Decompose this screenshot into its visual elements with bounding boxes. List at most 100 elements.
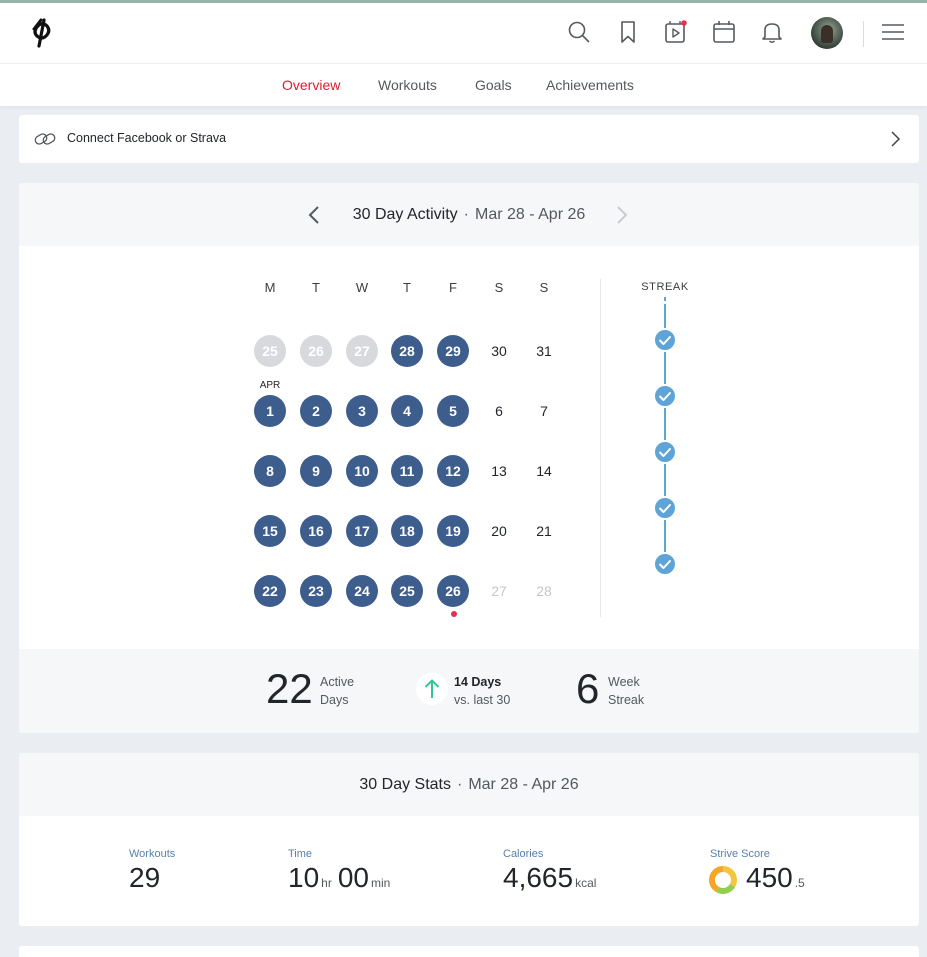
calendar-day[interactable]: 15 xyxy=(254,515,286,547)
calendar-day[interactable]: 24 xyxy=(346,575,378,607)
calendar-day[interactable]: 25 xyxy=(254,335,286,367)
calendar-day[interactable]: 8 xyxy=(254,455,286,487)
calendar-day: 28 xyxy=(536,583,552,599)
calendar-day[interactable]: 13 xyxy=(483,455,515,487)
calendar-day[interactable]: 2 xyxy=(300,395,332,427)
calendar-day[interactable]: 27 xyxy=(346,335,378,367)
profile-tabs: Overview Workouts Goals Achievements xyxy=(0,63,927,106)
next-period-icon xyxy=(617,206,628,224)
today-indicator xyxy=(451,611,457,617)
calendar-day[interactable]: 30 xyxy=(483,335,515,367)
stats-header: 30 Day Stats · Mar 28 - Apr 26 xyxy=(19,753,919,816)
streak-check-icon xyxy=(653,384,677,408)
strive-score-label: Strive Score xyxy=(710,848,770,860)
calendar-day[interactable]: 7 xyxy=(528,395,560,427)
weekday-label: S xyxy=(494,280,504,295)
activity-summary: 22 Active Days 14 Days vs. last 30 6 Wee… xyxy=(19,649,919,733)
calendar-day[interactable]: 26 xyxy=(437,575,469,607)
calendar-day[interactable]: 16 xyxy=(300,515,332,547)
calendar-day[interactable]: 12 xyxy=(437,455,469,487)
strive-score-value-row: 450.5 xyxy=(746,862,811,894)
weekday-label: T xyxy=(312,280,320,295)
streak-check-icon xyxy=(653,328,677,352)
activity-header: 30 Day Activity · Mar 28 - Apr 26 xyxy=(19,183,919,246)
calendar-icon[interactable] xyxy=(711,19,737,45)
activity-range: Mar 28 - Apr 26 xyxy=(474,206,586,223)
next-card-peek xyxy=(19,946,919,957)
strive-score-value: 450 xyxy=(746,862,793,893)
menu-icon[interactable] xyxy=(880,19,906,45)
workouts-value: 29 xyxy=(129,862,161,893)
bell-icon[interactable] xyxy=(759,19,785,45)
week-streak-label: Week xyxy=(608,675,640,689)
calendar-day[interactable]: 26 xyxy=(300,335,332,367)
peloton-logo-icon[interactable] xyxy=(28,17,56,49)
activity-title-row: 30 Day Activity · Mar 28 - Apr 26 xyxy=(19,206,919,224)
header-divider xyxy=(863,21,864,47)
calendar-day[interactable]: 22 xyxy=(254,575,286,607)
stats-title-row: 30 Day Stats · Mar 28 - Apr 26 xyxy=(19,776,919,794)
calories-value: 4,665 xyxy=(503,862,574,893)
calendar-day[interactable]: 10 xyxy=(346,455,378,487)
active-days-value: 22 xyxy=(266,665,313,712)
tab-achievements[interactable]: Achievements xyxy=(546,77,634,93)
activity-title: 30 Day Activity xyxy=(352,206,458,223)
calendar-day[interactable]: 21 xyxy=(528,515,560,547)
workouts-label: Workouts xyxy=(129,848,176,860)
title-separator: · xyxy=(457,776,463,793)
tab-workouts[interactable]: Workouts xyxy=(378,77,437,93)
streak-label: STREAK xyxy=(641,281,689,293)
calendar-day[interactable]: 25 xyxy=(391,575,423,607)
calendar-day[interactable]: 6 xyxy=(483,395,515,427)
weekday-label: T xyxy=(403,280,411,295)
time-value: 10 hr 00 min xyxy=(288,862,396,894)
calendar-day[interactable]: 5 xyxy=(437,395,469,427)
time-label: Time xyxy=(288,848,313,860)
vs-value: 14 Days xyxy=(454,675,502,689)
strive-score-ring-icon xyxy=(709,866,737,894)
calories-label: Calories xyxy=(503,848,544,860)
tab-overview[interactable]: Overview xyxy=(282,77,340,93)
calendar-day[interactable]: 18 xyxy=(391,515,423,547)
stats-range: Mar 28 - Apr 26 xyxy=(468,776,579,793)
bookmark-icon[interactable] xyxy=(615,19,641,45)
calendar-day[interactable]: 4 xyxy=(391,395,423,427)
calendar-day[interactable]: 3 xyxy=(346,395,378,427)
weekday-label: S xyxy=(539,280,549,295)
calendar-day[interactable]: 23 xyxy=(300,575,332,607)
calendar-day[interactable]: 19 xyxy=(437,515,469,547)
active-days-label: Active xyxy=(320,675,355,689)
calendar-day[interactable]: 29 xyxy=(437,335,469,367)
video-icon[interactable] xyxy=(663,19,689,45)
title-separator: · xyxy=(463,206,469,223)
search-icon[interactable] xyxy=(566,19,592,45)
calendar-day[interactable]: 17 xyxy=(346,515,378,547)
calendar-day[interactable]: 20 xyxy=(483,515,515,547)
arrow-up-icon xyxy=(424,679,440,698)
calendar-day[interactable]: 1 xyxy=(254,395,286,427)
calendar-day[interactable]: 28 xyxy=(391,335,423,367)
calendar-divider xyxy=(600,279,601,617)
calendar-day[interactable]: 11 xyxy=(391,455,423,487)
week-streak-value: 6 xyxy=(576,665,600,712)
calendar-day: 27 xyxy=(491,583,507,599)
top-header xyxy=(0,3,927,63)
calendar-day[interactable]: 9 xyxy=(300,455,332,487)
avatar[interactable] xyxy=(811,17,843,49)
calendar-day[interactable]: 31 xyxy=(528,335,560,367)
stats-title: 30 Day Stats xyxy=(359,776,451,793)
week-streak-label: Streak xyxy=(608,693,645,707)
streak-check-icon xyxy=(653,440,677,464)
trend-badge xyxy=(416,673,448,705)
tab-goals[interactable]: Goals xyxy=(475,77,512,93)
stats-card: 30 Day Stats · Mar 28 - Apr 26 Workouts 29… xyxy=(19,753,919,926)
weekday-label: M xyxy=(264,280,276,295)
link-icon xyxy=(34,133,56,145)
connect-accounts-row[interactable]: Connect Facebook or Strava xyxy=(19,115,919,163)
connect-label: Connect Facebook or Strava xyxy=(67,131,227,145)
calendar-day[interactable]: 14 xyxy=(528,455,560,487)
calories-unit: kcal xyxy=(575,876,597,890)
chevron-right-icon xyxy=(891,131,901,147)
weekday-label: F xyxy=(449,280,457,295)
time-hours-unit: hr xyxy=(321,876,332,890)
